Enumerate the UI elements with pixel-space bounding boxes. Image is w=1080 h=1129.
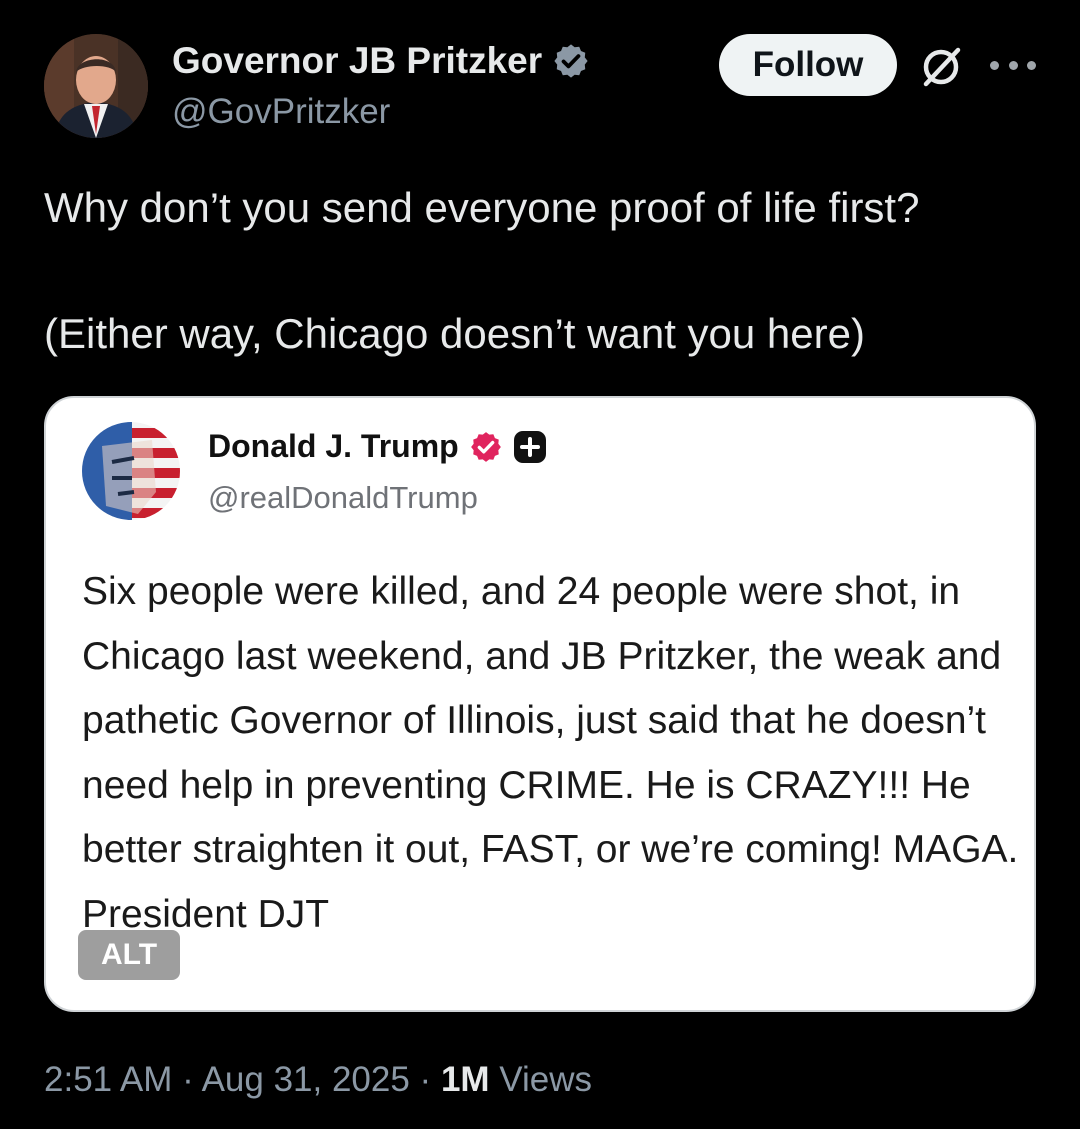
quoted-post-image[interactable]: Donald J. Trump @realDonaldTrump Six peo… bbox=[44, 396, 1036, 1012]
author-name[interactable]: Governor JB Pritzker bbox=[172, 40, 542, 82]
tweet-header: Governor JB Pritzker @GovPritzker Follow bbox=[0, 0, 1080, 150]
tweet-metadata: 2:51 AM · Aug 31, 2025 · 1M Views bbox=[44, 1060, 592, 1100]
tweet-line-1: Why don’t you send everyone proof of lif… bbox=[44, 184, 920, 231]
follow-button[interactable]: Follow bbox=[719, 34, 897, 96]
views-count: 1M bbox=[440, 1060, 490, 1099]
author-avatar[interactable] bbox=[44, 34, 148, 138]
tweet-text: Why don’t you send everyone proof of lif… bbox=[44, 180, 1044, 362]
grok-icon[interactable] bbox=[918, 44, 964, 90]
author-name-row[interactable]: Governor JB Pritzker bbox=[172, 40, 590, 82]
quoted-author-name: Donald J. Trump bbox=[208, 428, 459, 464]
verified-badge-icon bbox=[554, 44, 588, 78]
tweet-line-2: (Either way, Chicago doesn’t want you he… bbox=[44, 310, 865, 357]
views-label: Views bbox=[489, 1060, 593, 1099]
quoted-author-name-row: Donald J. Trump bbox=[208, 428, 547, 465]
plus-badge-icon bbox=[513, 430, 546, 463]
more-options-icon[interactable] bbox=[990, 48, 1036, 82]
author-handle[interactable]: @GovPritzker bbox=[172, 92, 390, 132]
quoted-post-text: Six people were killed, and 24 people we… bbox=[82, 570, 1019, 936]
quoted-author-handle: @realDonaldTrump bbox=[208, 480, 478, 515]
alt-text-button[interactable]: ALT bbox=[78, 930, 180, 980]
quoted-author-avatar bbox=[82, 422, 180, 520]
quoted-verified-badge-icon bbox=[470, 431, 501, 462]
timestamp[interactable]: 2:51 AM · Aug 31, 2025 · bbox=[44, 1060, 441, 1099]
